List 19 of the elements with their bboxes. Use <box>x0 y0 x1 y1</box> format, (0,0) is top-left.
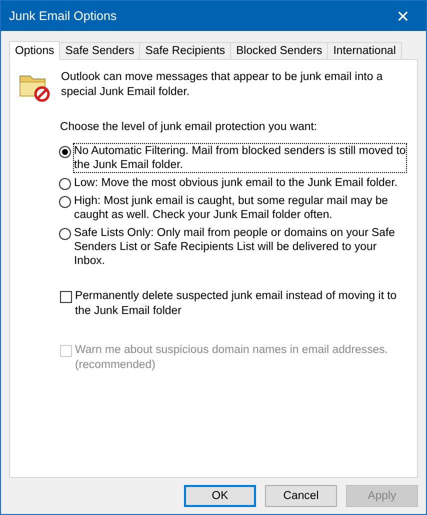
tab[interactable]: Options <box>9 41 60 60</box>
close-button[interactable]: ✕ <box>380 1 426 31</box>
tab[interactable]: International <box>327 42 402 59</box>
prompt-text: Choose the level of junk email protection you want: <box>60 120 318 135</box>
dialog-button[interactable]: Cancel <box>265 485 337 507</box>
radio-button[interactable] <box>59 228 71 240</box>
window-title: Junk Email Options <box>9 9 117 23</box>
checkbox-label[interactable]: Permanently delete suspected junk email instead of moving it to the Junk Email folder <box>75 289 410 319</box>
radio-button[interactable] <box>59 178 71 190</box>
dialog-button[interactable]: OK <box>184 485 256 507</box>
intro-text: Outlook can move messages that appear to be junk email into a special Junk Email folder. <box>61 70 384 100</box>
option-label[interactable]: High: Most junk email is caught, but some regular mail may be caught as well. Check your Junk Email folder often. <box>74 194 406 222</box>
radio-button[interactable] <box>59 196 71 208</box>
radio-button[interactable] <box>59 146 71 158</box>
option-label[interactable]: No Automatic Filtering. Mail from blocked senders is still moved to the Junk Email folder. <box>74 144 406 172</box>
tab[interactable]: Safe Recipients <box>139 42 232 59</box>
option-label[interactable]: Safe Lists Only: Only mail from people or domains on your Safe Senders List or Safe Recipients List will be delivered to your Inbox. <box>74 226 406 268</box>
checkbox[interactable] <box>60 291 72 303</box>
option-label[interactable]: Low: Move the most obvious junk email to the Junk Email folder. <box>74 176 406 190</box>
